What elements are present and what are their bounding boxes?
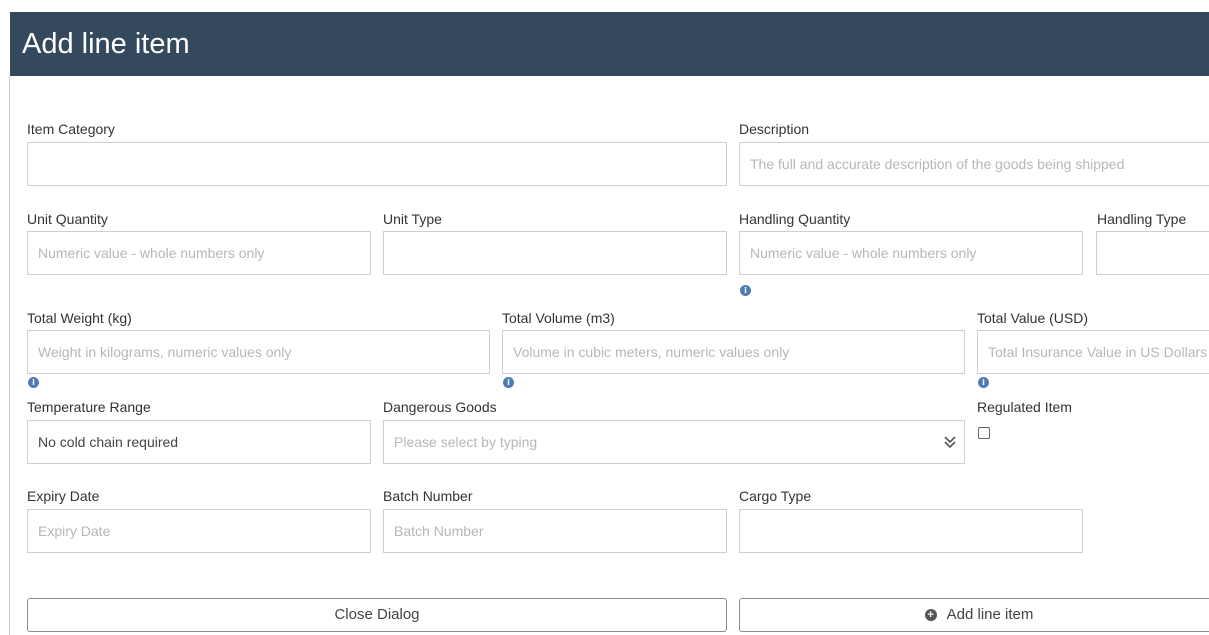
double-chevron-down-icon[interactable] <box>944 435 956 451</box>
handling-quantity-info-icon[interactable]: i <box>740 285 751 296</box>
unit-quantity-input[interactable] <box>27 231 371 275</box>
total-volume-label: Total Volume (m3) <box>502 310 615 326</box>
batch-number-label: Batch Number <box>383 488 473 504</box>
unit-type-label: Unit Type <box>383 211 442 227</box>
regulated-item-label: Regulated Item <box>977 399 1072 415</box>
dangerous-goods-select[interactable] <box>383 420 965 464</box>
total-weight-label: Total Weight (kg) <box>27 310 132 326</box>
handling-quantity-input[interactable] <box>739 231 1083 275</box>
total-weight-info-icon[interactable]: i <box>28 377 39 388</box>
handling-quantity-label: Handling Quantity <box>739 211 851 227</box>
handling-type-input[interactable] <box>1096 231 1209 275</box>
add-line-item-button-label: Add line item <box>946 606 1034 623</box>
total-volume-info-icon[interactable]: i <box>503 377 514 388</box>
cargo-type-input[interactable] <box>739 509 1083 553</box>
total-value-label: Total Value (USD) <box>977 310 1089 326</box>
total-value-input[interactable] <box>977 330 1209 374</box>
expiry-date-label: Expiry Date <box>27 488 100 504</box>
unit-type-input[interactable] <box>383 231 727 275</box>
item-category-input[interactable] <box>27 142 727 186</box>
item-category-label: Item Category <box>27 121 115 137</box>
temperature-range-label: Temperature Range <box>27 399 151 415</box>
unit-quantity-label: Unit Quantity <box>27 211 108 227</box>
description-label: Description <box>739 121 810 137</box>
batch-number-input[interactable] <box>383 509 727 553</box>
close-dialog-button-label: Close Dialog <box>334 606 420 623</box>
dangerous-goods-label: Dangerous Goods <box>383 399 497 415</box>
cargo-type-label: Cargo Type <box>739 488 812 504</box>
temperature-range-input[interactable] <box>27 420 371 464</box>
total-volume-input[interactable] <box>502 330 965 374</box>
add-line-item-button[interactable]: + Add line item <box>739 598 1209 632</box>
left-border <box>9 76 10 635</box>
close-dialog-button[interactable]: Close Dialog <box>27 598 727 632</box>
plus-circle-icon: + <box>924 609 937 621</box>
expiry-date-input[interactable] <box>27 509 371 553</box>
regulated-item-checkbox[interactable] <box>978 427 990 439</box>
dialog-title: Add line item <box>22 28 190 60</box>
total-value-info-icon[interactable]: i <box>978 377 989 388</box>
handling-type-label: Handling Type <box>1097 211 1187 227</box>
description-input[interactable] <box>739 142 1209 186</box>
dialog-header: Add line item <box>10 12 1209 76</box>
total-weight-input[interactable] <box>27 330 490 374</box>
